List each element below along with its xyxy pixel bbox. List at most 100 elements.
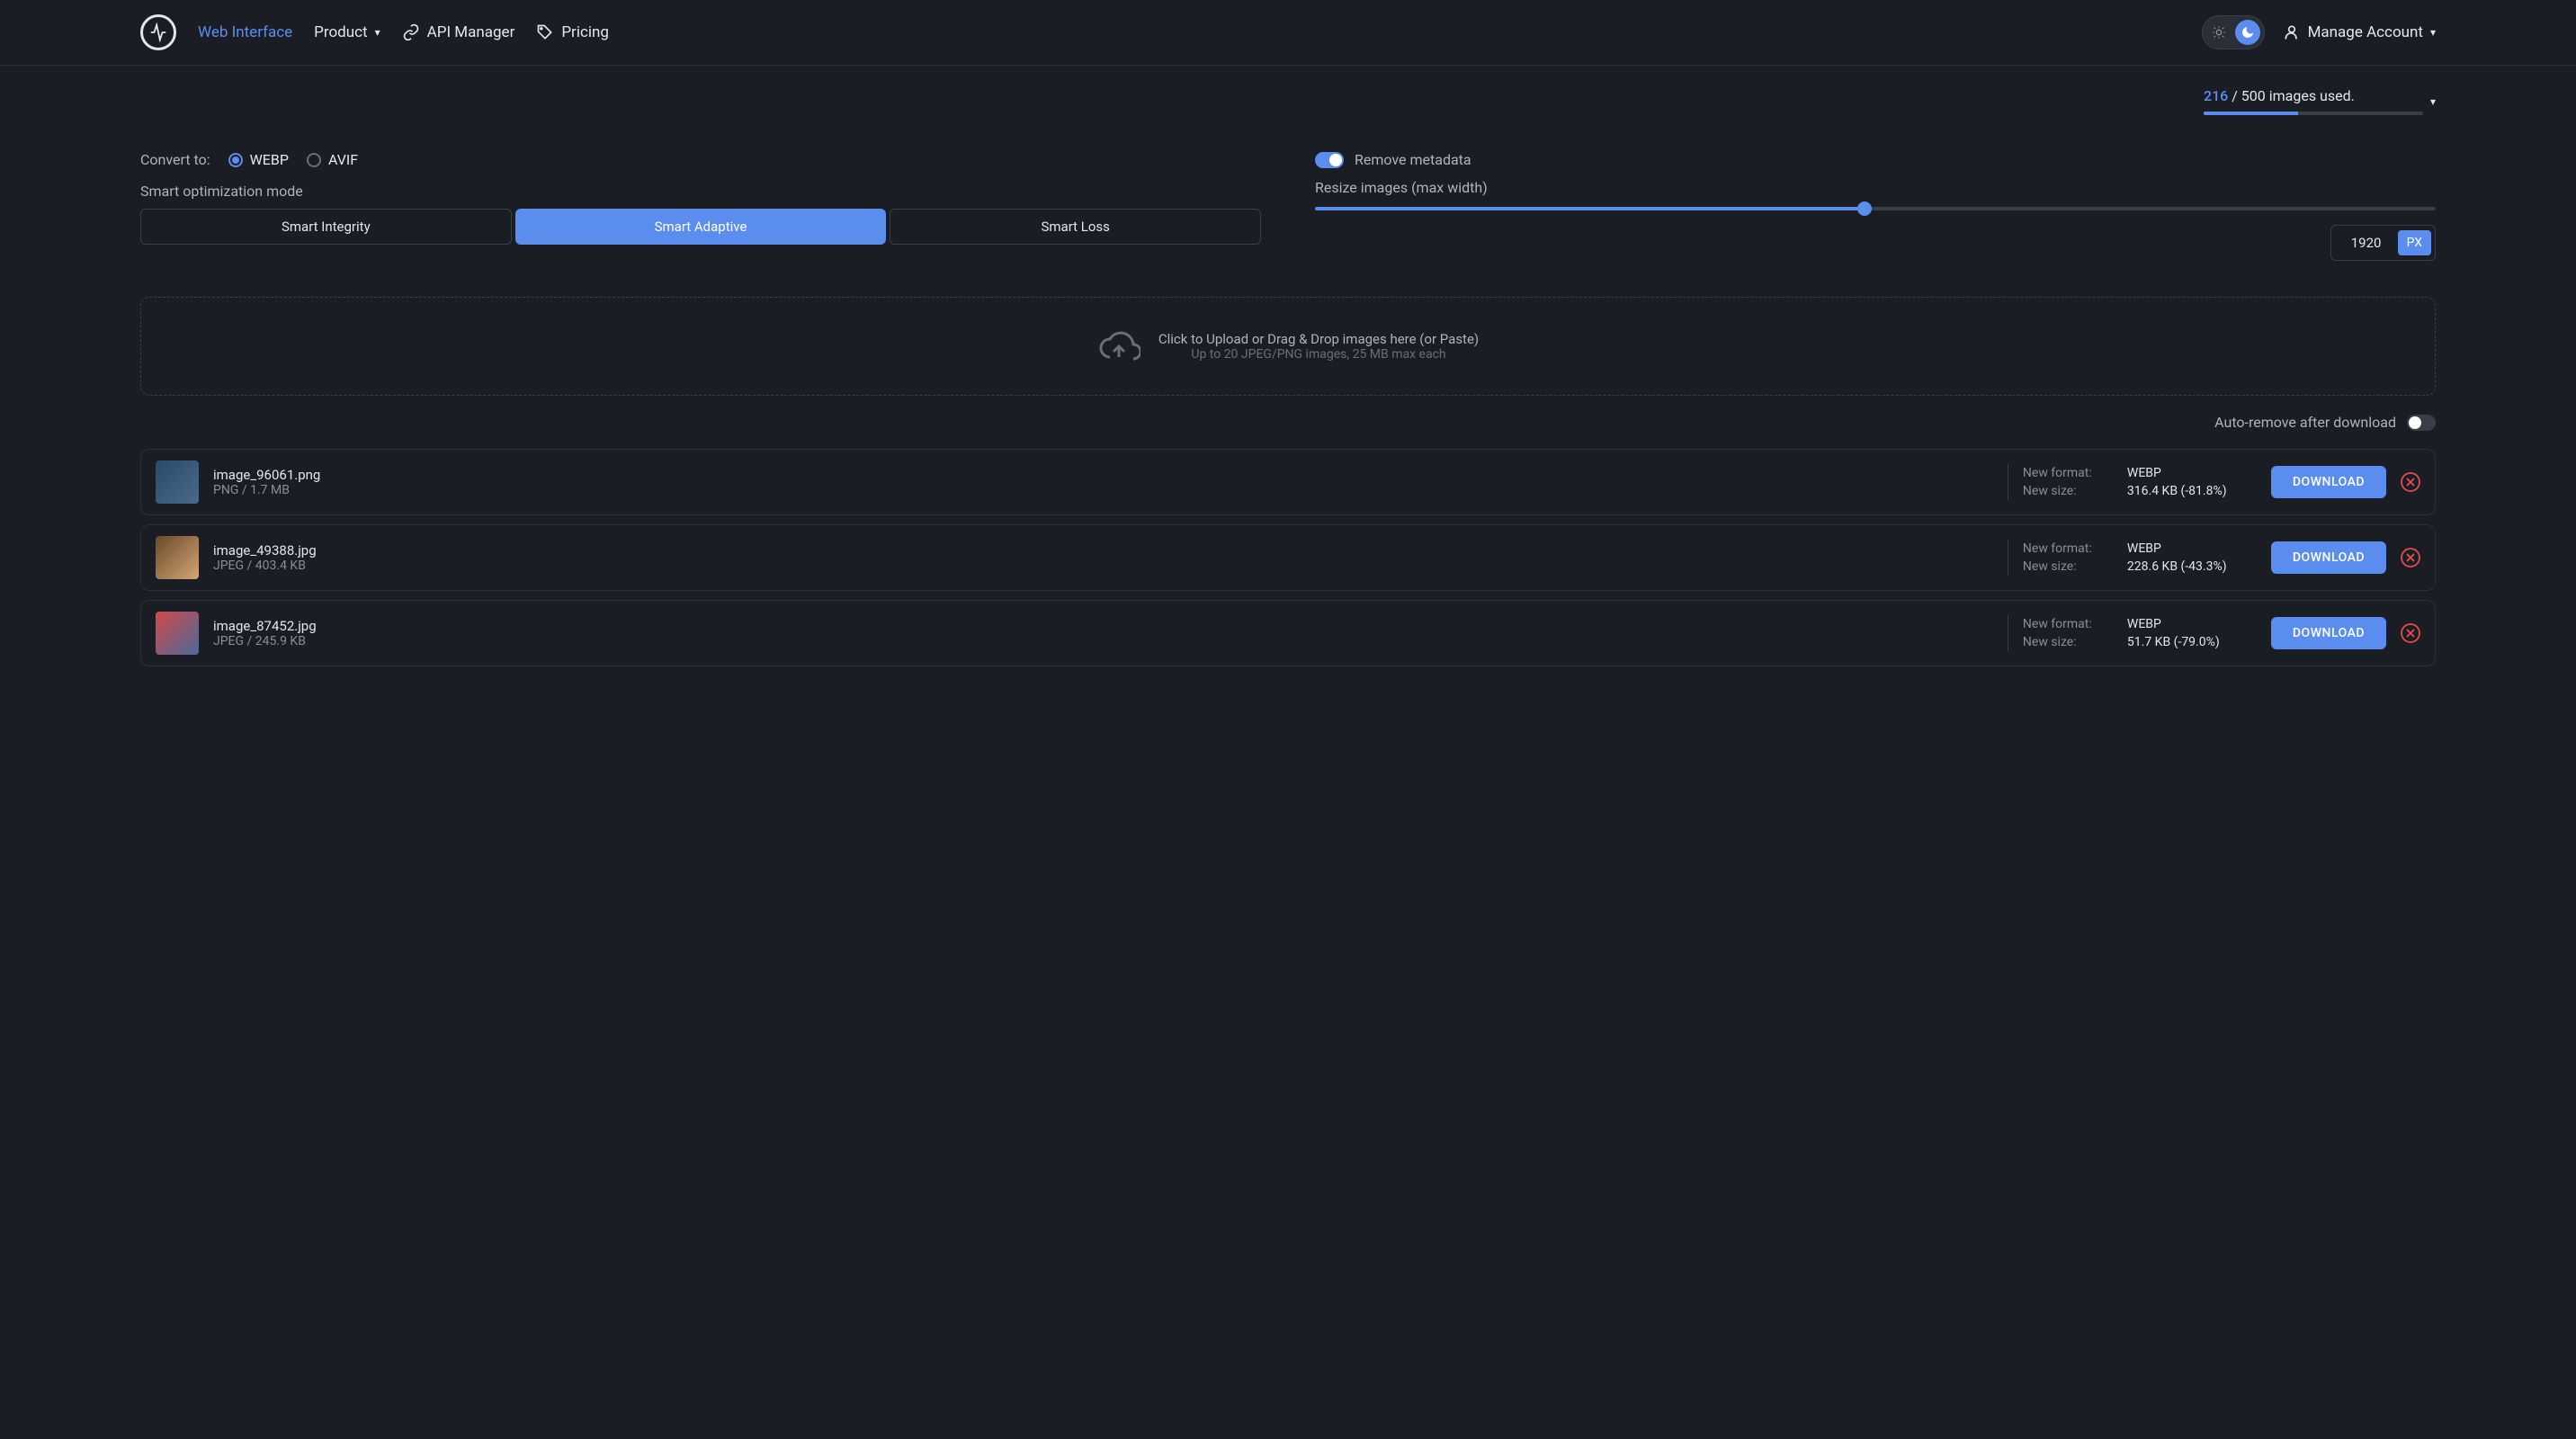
format-radio-group: WEBP AVIF (228, 151, 359, 168)
radio-webp-label: WEBP (250, 151, 289, 168)
mode-integrity[interactable]: Smart Integrity (140, 209, 512, 245)
file-name: image_87452.jpg (213, 618, 1993, 634)
main-container: 216 / 500 images used. ▾ Convert to: WEB… (0, 66, 2576, 697)
file-info: image_87452.jpg JPEG / 245.9 KB (213, 618, 1993, 648)
format-value: WEBP (2127, 541, 2257, 556)
tag-icon (536, 23, 554, 41)
logo[interactable] (140, 14, 176, 50)
file-meta: JPEG / 245.9 KB (213, 634, 1993, 648)
close-icon (2406, 553, 2415, 562)
resize-slider-wrap: PX (1315, 207, 2436, 261)
dark-mode-button[interactable] (2235, 20, 2260, 45)
convert-label: Convert to: (140, 151, 210, 168)
file-result: New format: WEBP New size: 228.6 KB (-43… (2023, 541, 2257, 574)
file-info: image_49388.jpg JPEG / 403.4 KB (213, 542, 1993, 573)
usage-text: 216 / 500 images used. (2204, 87, 2423, 104)
format-value: WEBP (2127, 466, 2257, 480)
slider-input-wrap: PX (1315, 225, 2436, 261)
moon-icon (2241, 25, 2255, 40)
chevron-down-icon: ▾ (2430, 26, 2436, 39)
radio-webp-indicator (228, 153, 243, 167)
nav-api-label: API Manager (427, 23, 515, 41)
download-button[interactable]: DOWNLOAD (2271, 617, 2386, 649)
resize-unit: PX (2398, 230, 2431, 255)
nav-api-manager[interactable]: API Manager (402, 23, 515, 41)
manage-account[interactable]: Manage Account ▾ (2283, 23, 2436, 41)
usage-fill (2204, 112, 2298, 115)
logo-icon (148, 22, 168, 42)
header-left: Web Interface Product ▾ API Manager Pric… (140, 14, 609, 50)
format-label: New format: (2023, 541, 2113, 556)
metadata-label: Remove metadata (1355, 151, 1471, 168)
sun-icon (2212, 25, 2226, 40)
usage-section: 216 / 500 images used. ▾ (140, 87, 2436, 115)
resize-value-input[interactable] (2335, 229, 2398, 256)
nav-pricing[interactable]: Pricing (536, 23, 609, 41)
size-value: 316.4 KB (-81.8%) (2127, 484, 2257, 498)
file-meta: JPEG / 403.4 KB (213, 559, 1993, 573)
optimization-label: Smart optimization mode (140, 183, 1261, 200)
size-value: 51.7 KB (-79.0%) (2127, 635, 2257, 649)
optimization-segmented: Smart Integrity Smart Adaptive Smart Los… (140, 209, 1261, 245)
dropzone-main: Click to Upload or Drag & Drop images he… (1158, 331, 1479, 347)
control-right: Remove metadata Resize images (max width… (1315, 151, 2436, 261)
size-label: New size: (2023, 484, 2113, 498)
file-thumbnail (156, 612, 199, 655)
theme-toggle[interactable] (2202, 15, 2265, 49)
resize-label: Resize images (max width) (1315, 179, 2436, 196)
light-mode-button[interactable] (2206, 20, 2232, 45)
file-row: image_49388.jpg JPEG / 403.4 KB New form… (140, 524, 2436, 591)
close-icon (2406, 629, 2415, 638)
file-name: image_49388.jpg (213, 542, 1993, 559)
metadata-toggle[interactable] (1315, 152, 1344, 168)
radio-avif-label: AVIF (328, 151, 358, 168)
user-icon (2283, 23, 2301, 41)
mode-loss[interactable]: Smart Loss (890, 209, 1261, 245)
link-icon (402, 23, 420, 41)
usage-total: / 500 images used. (2228, 87, 2355, 104)
download-button[interactable]: DOWNLOAD (2271, 541, 2386, 574)
file-thumbnail (156, 460, 199, 504)
download-button[interactable]: DOWNLOAD (2271, 466, 2386, 498)
slider-thumb[interactable] (1857, 201, 1872, 216)
control-left: Convert to: WEBP AVIF Smart optimization… (140, 151, 1261, 261)
nav-web-interface[interactable]: Web Interface (198, 23, 292, 41)
nav-product[interactable]: Product ▾ (314, 23, 380, 41)
format-value: WEBP (2127, 617, 2257, 631)
close-icon (2406, 478, 2415, 487)
remove-button[interactable] (2401, 548, 2420, 568)
file-meta: PNG / 1.7 MB (213, 483, 1993, 497)
auto-remove-toggle[interactable] (2407, 415, 2436, 431)
format-label: New format: (2023, 617, 2113, 631)
dropzone-text: Click to Upload or Drag & Drop images he… (1158, 331, 1479, 362)
file-thumbnail (156, 536, 199, 579)
file-result: New format: WEBP New size: 316.4 KB (-81… (2023, 466, 2257, 498)
file-list: image_96061.png PNG / 1.7 MB New format:… (140, 449, 2436, 666)
size-label: New size: (2023, 559, 2113, 574)
file-result: New format: WEBP New size: 51.7 KB (-79.… (2023, 617, 2257, 649)
file-name: image_96061.png (213, 467, 1993, 483)
radio-avif-indicator (307, 153, 321, 167)
file-row: image_96061.png PNG / 1.7 MB New format:… (140, 449, 2436, 515)
usage-wrap: 216 / 500 images used. (2204, 87, 2423, 115)
nav-product-label: Product (314, 23, 367, 41)
size-value: 228.6 KB (-43.3%) (2127, 559, 2257, 574)
radio-avif[interactable]: AVIF (307, 151, 358, 168)
remove-button[interactable] (2401, 623, 2420, 643)
resize-slider[interactable] (1315, 207, 2436, 210)
account-label: Manage Account (2308, 23, 2423, 41)
convert-row: Convert to: WEBP AVIF (140, 151, 1261, 168)
auto-remove-row: Auto-remove after download (140, 414, 2436, 431)
mode-adaptive[interactable]: Smart Adaptive (515, 209, 887, 245)
size-label: New size: (2023, 635, 2113, 649)
remove-button[interactable] (2401, 472, 2420, 492)
chevron-down-icon[interactable]: ▾ (2430, 95, 2436, 108)
metadata-row: Remove metadata (1315, 151, 2436, 168)
auto-remove-label: Auto-remove after download (2214, 414, 2396, 431)
radio-webp[interactable]: WEBP (228, 151, 289, 168)
header-right: Manage Account ▾ (2202, 15, 2436, 49)
file-row: image_87452.jpg JPEG / 245.9 KB New form… (140, 600, 2436, 666)
upload-dropzone[interactable]: Click to Upload or Drag & Drop images he… (140, 297, 2436, 396)
dropzone-sub: Up to 20 JPEG/PNG images, 25 MB max each (1158, 347, 1479, 362)
resize-input-group: PX (2330, 225, 2436, 261)
